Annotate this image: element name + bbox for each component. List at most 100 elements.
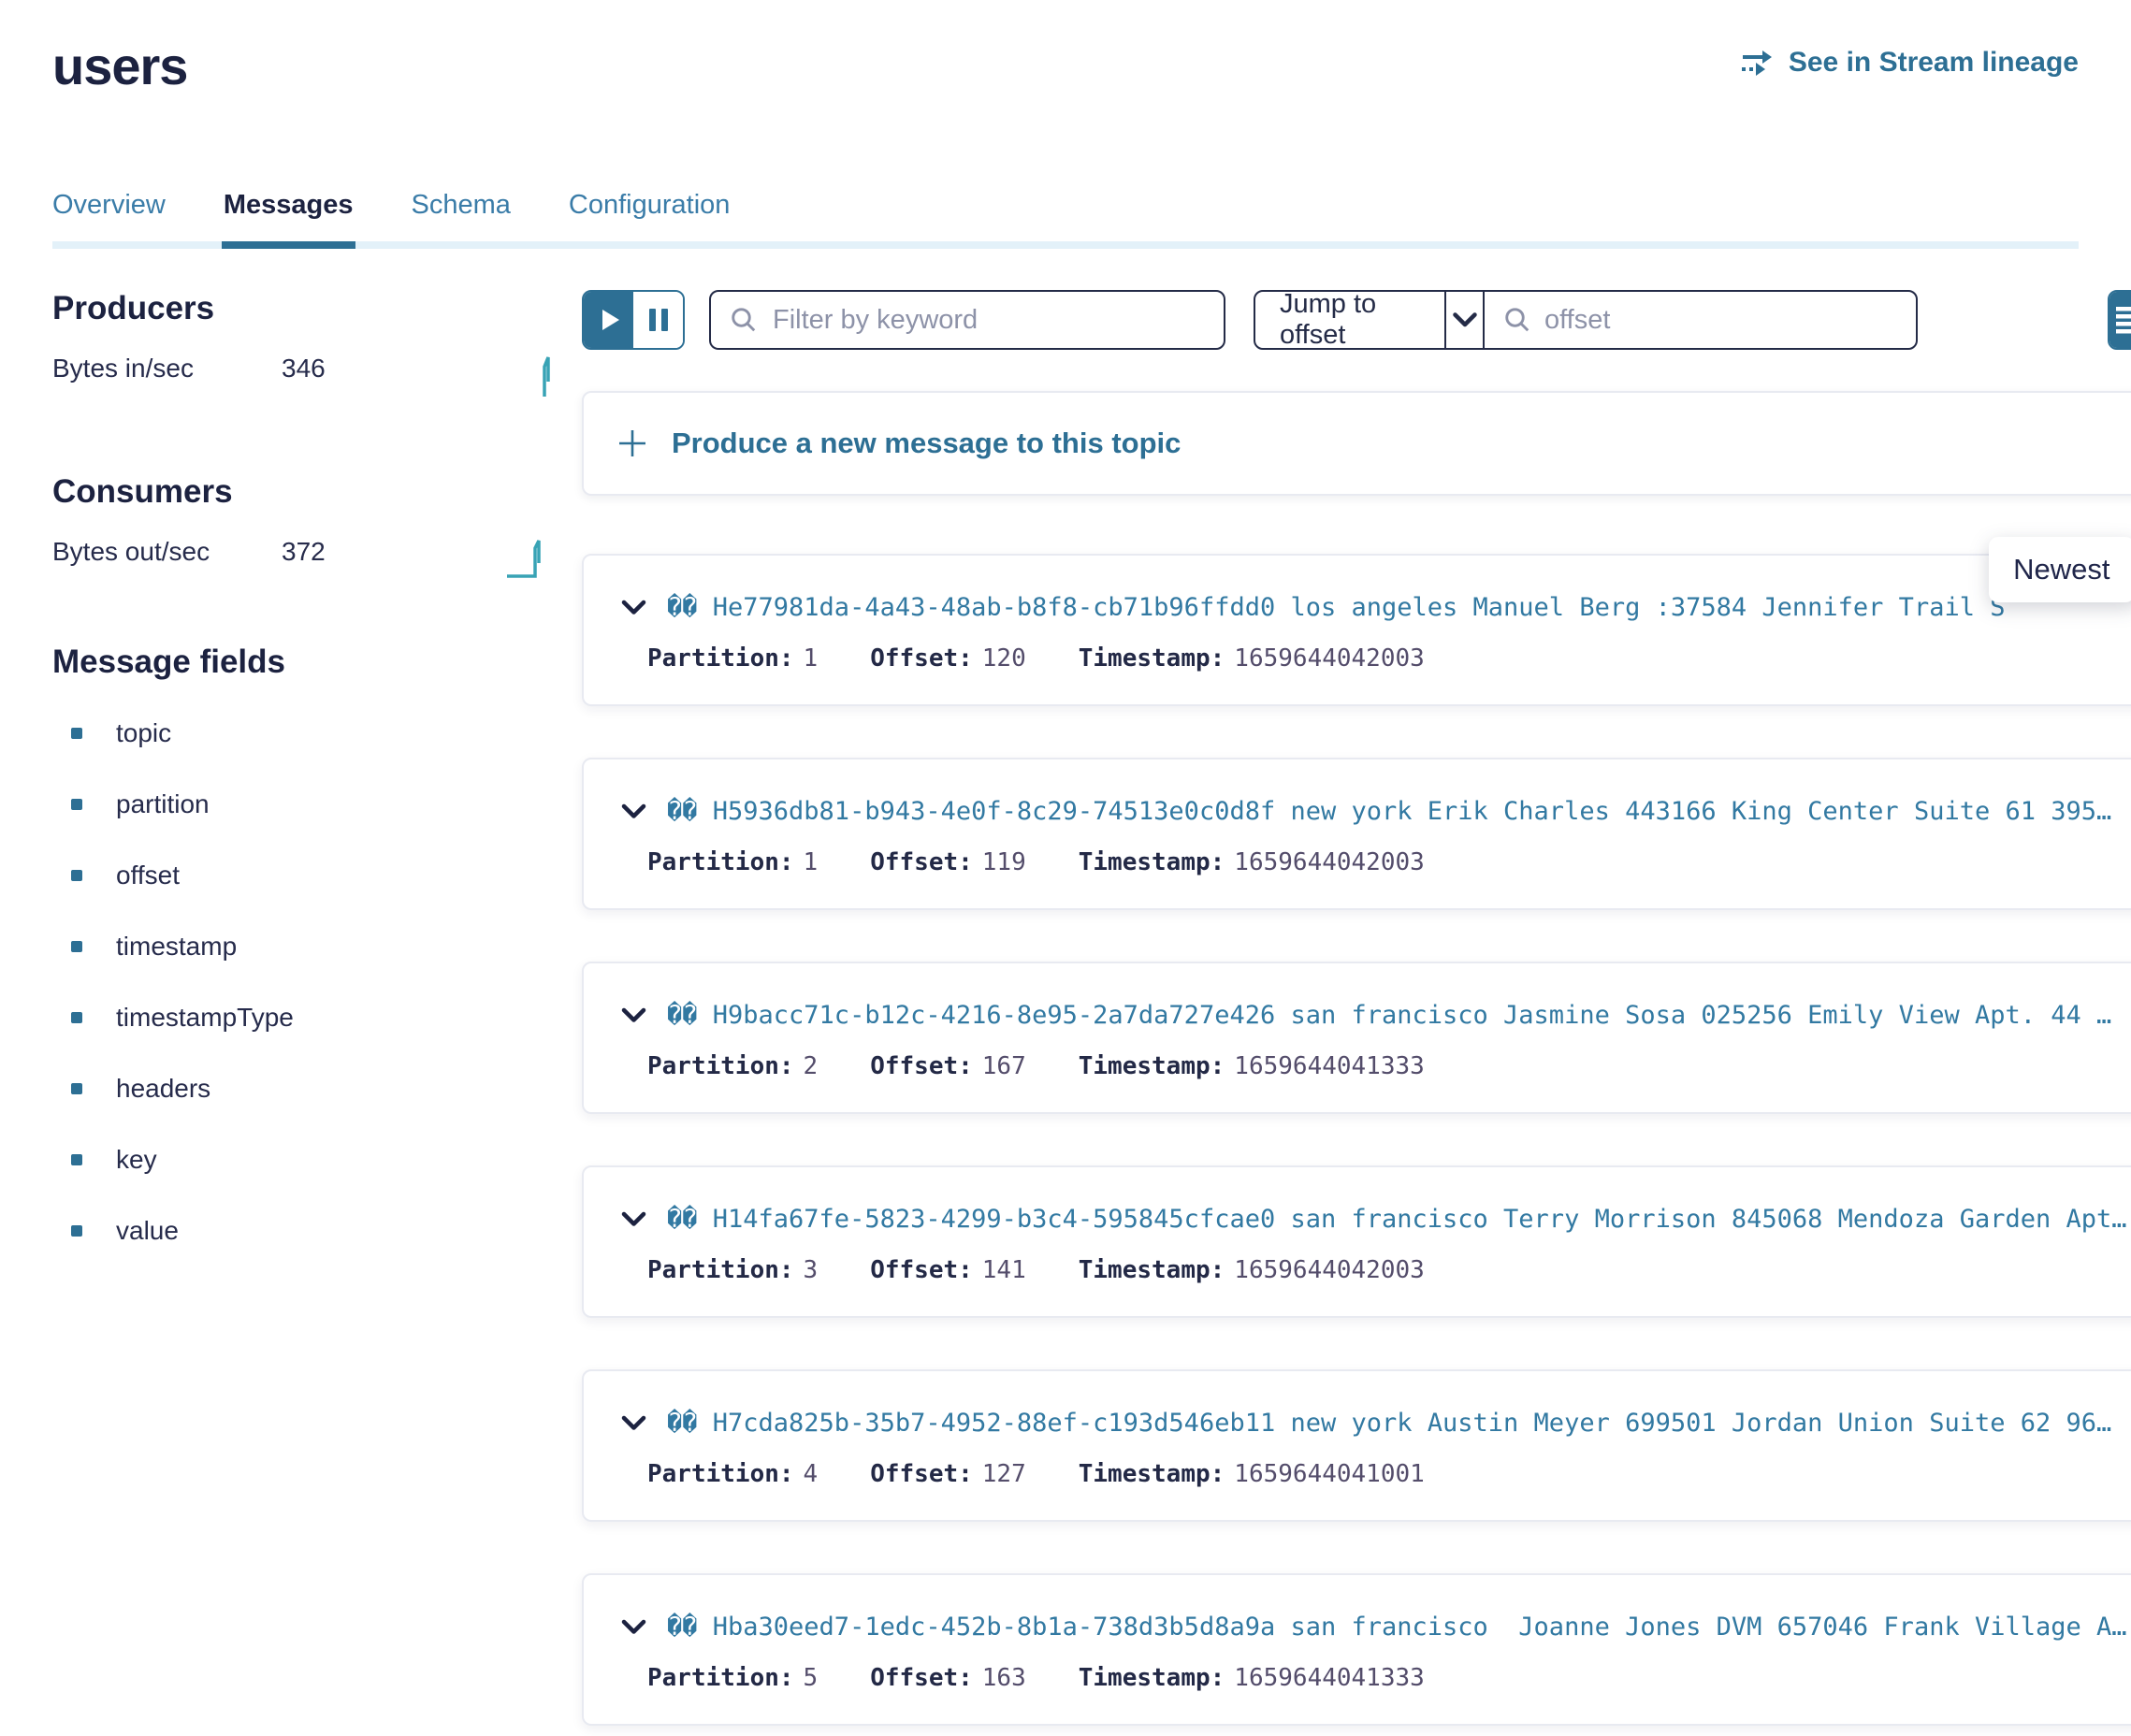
field-item-timestamp[interactable]: timestamp — [52, 911, 563, 982]
bytes-in-label: Bytes in/sec — [52, 354, 282, 383]
message-summary-row[interactable]: �� H9bacc71c-b12c-4216-8e95-2a7da727e426… — [621, 1001, 2127, 1030]
field-item-key[interactable]: key — [52, 1124, 563, 1195]
field-item-headers[interactable]: headers — [52, 1053, 563, 1124]
see-in-stream-lineage-link[interactable]: See in Stream lineage — [1740, 47, 2079, 79]
tab-messages[interactable]: Messages — [224, 190, 354, 221]
partition-value: 2 — [804, 1052, 819, 1080]
timestamp-value: 1659644041001 — [1234, 1460, 1425, 1488]
field-item-partition[interactable]: partition — [52, 769, 563, 840]
message-card: �� H14fa67fe-5823-4299-b3c4-595845cfcae0… — [582, 1165, 2131, 1318]
message-meta: Partition:1 Offset:120 Timestamp:1659644… — [647, 644, 2127, 673]
filter-keyword-input[interactable] — [773, 305, 1205, 336]
messages-main: Jump to offset — [582, 290, 2131, 1736]
list-view-button[interactable] — [2109, 292, 2131, 348]
message-summary: �� H5936db81-b943-4e0f-8c29-74513e0c0d8f… — [667, 797, 2127, 826]
offset-value: 163 — [982, 1664, 1026, 1692]
message-summary-row[interactable]: �� Hba30eed7-1edc-452b-8b1a-738d3b5d8a9a… — [621, 1613, 2127, 1642]
topic-page: users See in Stream lineage Overview Mes… — [0, 0, 2131, 1736]
message-meta: Partition:2 Offset:167 Timestamp:1659644… — [647, 1052, 2127, 1080]
plus-icon — [617, 428, 647, 458]
message-summary-row[interactable]: �� H5936db81-b943-4e0f-8c29-74513e0c0d8f… — [621, 797, 2127, 826]
tab-schema[interactable]: Schema — [412, 190, 511, 221]
partition-label: Partition: — [647, 1256, 794, 1284]
chevron-down-icon — [621, 1415, 646, 1431]
message-fields-list: topic partition offset timestamp timesta… — [52, 698, 563, 1266]
message-summary: �� H9bacc71c-b12c-4216-8e95-2a7da727e426… — [667, 1001, 2127, 1030]
timestamp-label: Timestamp: — [1079, 1460, 1225, 1488]
page-title: users — [52, 36, 187, 96]
message-meta: Partition:1 Offset:119 Timestamp:1659644… — [647, 848, 2127, 876]
offset-label: Offset: — [870, 1460, 973, 1488]
chevron-down-icon — [621, 600, 646, 615]
partition-value: 3 — [804, 1256, 819, 1284]
chevron-down-icon — [1453, 312, 1477, 328]
partition-label: Partition: — [647, 1052, 794, 1080]
square-bullet-icon — [71, 1225, 82, 1237]
partition-value: 5 — [804, 1664, 819, 1692]
field-item-topic[interactable]: topic — [52, 698, 563, 769]
offset-value: 127 — [982, 1460, 1026, 1488]
timestamp-value: 1659644042003 — [1234, 1256, 1425, 1284]
offset-label: Offset: — [870, 644, 973, 673]
offset-label: Offset: — [870, 1052, 973, 1080]
field-item-timestampType[interactable]: timestampType — [52, 982, 563, 1053]
pause-icon — [649, 309, 668, 331]
timestamp-value: 1659644041333 — [1234, 1664, 1425, 1692]
field-item-offset[interactable]: offset — [52, 840, 563, 911]
offset-value: 120 — [982, 644, 1026, 673]
field-item-value[interactable]: value — [52, 1195, 563, 1266]
timestamp-value: 1659644042003 — [1234, 848, 1425, 876]
partition-value: 4 — [804, 1460, 819, 1488]
play-icon — [602, 310, 619, 330]
field-label: topic — [116, 718, 171, 748]
bytes-out-label: Bytes out/sec — [52, 537, 282, 567]
timestamp-label: Timestamp: — [1079, 644, 1225, 673]
tab-overview[interactable]: Overview — [52, 190, 166, 221]
tab-configuration[interactable]: Configuration — [569, 190, 731, 221]
stream-lineage-icon — [1740, 48, 1776, 78]
play-button[interactable] — [584, 292, 633, 348]
chevron-down-icon — [621, 803, 646, 819]
offset-label: Offset: — [870, 848, 973, 876]
message-card: �� He77981da-4a43-48ab-b8f8-cb71b96ffdd0… — [582, 554, 2131, 706]
pause-button[interactable] — [633, 292, 683, 348]
offset-search-input[interactable] — [1544, 305, 1897, 336]
chevron-down-icon — [621, 1211, 646, 1227]
message-card: �� H9bacc71c-b12c-4216-8e95-2a7da727e426… — [582, 962, 2131, 1114]
bytes-in-metric: Bytes in/sec 346 — [52, 354, 563, 398]
jump-select-value: Jump to offset — [1280, 290, 1420, 350]
partition-value: 1 — [804, 644, 819, 673]
square-bullet-icon — [71, 1012, 82, 1023]
message-fields-heading: Message fields — [52, 644, 563, 681]
offset-label: Offset: — [870, 1256, 973, 1284]
jump-select-caret[interactable] — [1446, 292, 1484, 348]
produce-button-label: Produce a new message to this topic — [672, 427, 1181, 460]
stats-sidebar: Producers Bytes in/sec 346 Consumers Byt… — [52, 290, 582, 1736]
message-meta: Partition:5 Offset:163 Timestamp:1659644… — [647, 1664, 2127, 1692]
field-label: key — [116, 1145, 157, 1175]
cards-column: Produce a new message to this topic Newe… — [582, 391, 2131, 1726]
field-label: partition — [116, 789, 210, 819]
timestamp-label: Timestamp: — [1079, 1052, 1225, 1080]
producers-sparkline-chart — [533, 354, 556, 398]
view-mode-toggle — [2108, 290, 2131, 350]
partition-label: Partition: — [647, 1664, 794, 1692]
produce-message-button[interactable]: Produce a new message to this topic — [582, 391, 2131, 496]
jump-to-offset-select[interactable]: Jump to offset — [1255, 292, 1444, 348]
field-label: headers — [116, 1074, 210, 1104]
message-card: �� Hba30eed7-1edc-452b-8b1a-738d3b5d8a9a… — [582, 1573, 2131, 1726]
list-view-icon — [2116, 306, 2131, 334]
message-summary-row[interactable]: �� H14fa67fe-5823-4299-b3c4-595845cfcae0… — [621, 1205, 2127, 1234]
messages-list: Newest �� He77981da-4a43-48ab-b8f8-cb71b… — [582, 554, 2131, 1726]
partition-label: Partition: — [647, 644, 794, 673]
offset-label: Offset: — [870, 1664, 973, 1692]
field-label: value — [116, 1216, 179, 1246]
bytes-in-value: 346 — [282, 354, 326, 383]
message-summary-row[interactable]: �� H7cda825b-35b7-4952-88ef-c193d546eb11… — [621, 1409, 2127, 1438]
square-bullet-icon — [71, 941, 82, 952]
message-summary-row[interactable]: �� He77981da-4a43-48ab-b8f8-cb71b96ffdd0… — [621, 593, 2127, 622]
offset-value: 141 — [982, 1256, 1026, 1284]
message-summary: �� He77981da-4a43-48ab-b8f8-cb71b96ffdd0… — [667, 593, 2127, 622]
consumers-sparkline-chart — [505, 537, 556, 582]
square-bullet-icon — [71, 728, 82, 739]
